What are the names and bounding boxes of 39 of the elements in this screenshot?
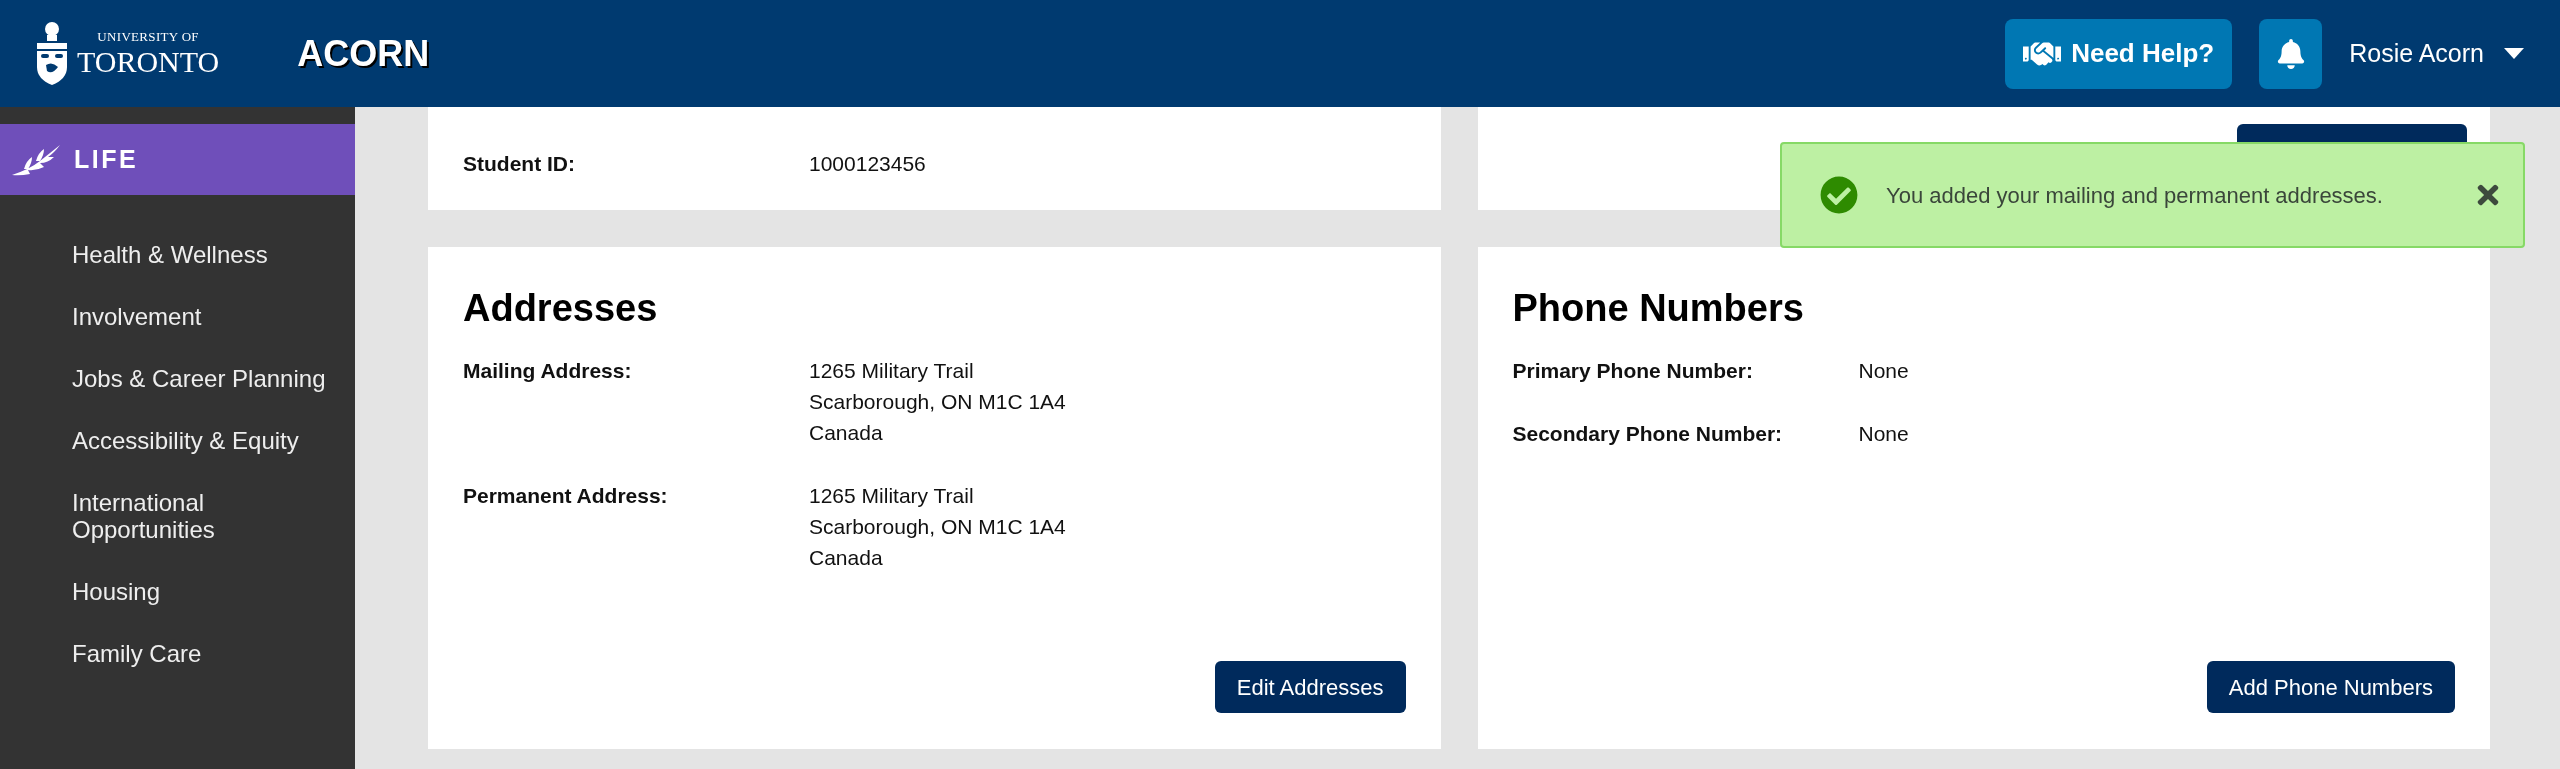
field-label: Secondary Phone Number: bbox=[1512, 420, 1784, 447]
field-value: 1000123456 bbox=[809, 151, 926, 177]
sidebar-item[interactable]: Family Care bbox=[72, 640, 340, 667]
caret-icon bbox=[2504, 48, 2524, 59]
app-title: ACORN bbox=[297, 31, 430, 76]
user-menu[interactable]: Rosie Acorn bbox=[2349, 34, 2524, 73]
field-label: Student ID: bbox=[463, 151, 576, 177]
field-label: Permanent Address: bbox=[463, 482, 669, 509]
sidebar-item[interactable]: Involvement bbox=[72, 303, 340, 330]
field-value: 1265 Military Trail bbox=[809, 482, 975, 509]
sidebar-item[interactable]: Accessibility & Equity bbox=[72, 427, 340, 454]
field-label: Primary Phone Number: bbox=[1512, 357, 1754, 384]
crest-icon bbox=[35, 20, 69, 87]
sidebar-item[interactable]: Housing bbox=[72, 578, 340, 605]
sidebar-item[interactable]: Health & Wellness bbox=[72, 241, 340, 268]
field-value: Canada bbox=[809, 419, 884, 446]
field-value: None bbox=[1858, 357, 1909, 384]
field-value: Canada bbox=[809, 544, 884, 571]
check-icon bbox=[1820, 176, 1858, 214]
card-title: Phone Numbers bbox=[1512, 286, 1805, 331]
logo-text: UNIVERSITY OF bbox=[97, 30, 199, 43]
card-action-button[interactable]: Edit Addresses bbox=[1214, 661, 1406, 713]
sidebar-item[interactable]: International Opportunities bbox=[72, 489, 340, 543]
card-title: Addresses bbox=[463, 286, 659, 331]
leaf-icon bbox=[10, 142, 62, 177]
card-action-button[interactable]: Add Phone Numbers bbox=[2206, 661, 2455, 713]
logo-text: TORONTO bbox=[77, 47, 220, 77]
field-value: None bbox=[1858, 420, 1909, 447]
toast-message: You added your mailing and permanent addresses. bbox=[1886, 181, 2383, 210]
field-value: Scarborough, ON M1C 1A4 bbox=[809, 513, 1066, 540]
notifications-button[interactable] bbox=[2259, 18, 2323, 89]
field-value: 1265 Military Trail bbox=[809, 357, 975, 384]
sidebar-section[interactable]: LIFE bbox=[0, 124, 355, 195]
field-value: Scarborough, ON M1C 1A4 bbox=[809, 388, 1066, 415]
bell-icon bbox=[2275, 38, 2306, 69]
sidebar-item[interactable]: Jobs & Career Planning bbox=[72, 365, 340, 392]
university-logo[interactable]: UNIVERSITY OF TORONTO bbox=[35, 20, 220, 87]
help-button[interactable]: Need Help? bbox=[2005, 18, 2233, 89]
field-label: Mailing Address: bbox=[463, 357, 633, 384]
